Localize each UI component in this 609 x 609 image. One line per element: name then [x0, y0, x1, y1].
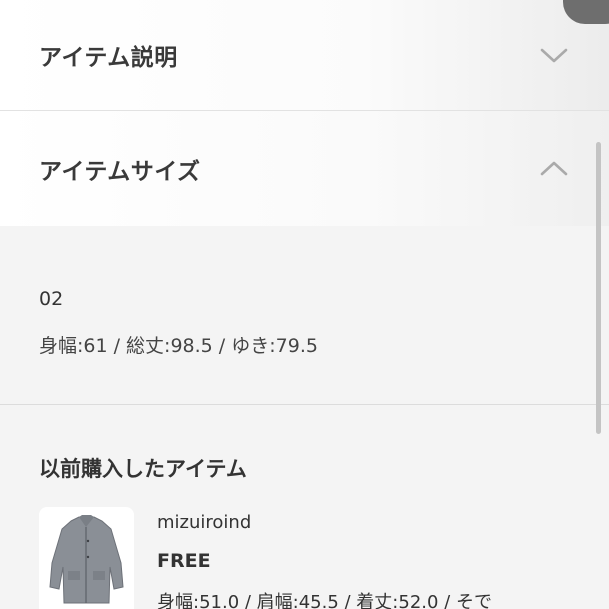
- accordion-item-size[interactable]: アイテムサイズ: [0, 111, 609, 226]
- item-size: FREE: [157, 550, 211, 572]
- scrollbar[interactable]: [596, 142, 601, 434]
- item-brand: mizuiroind: [157, 512, 252, 533]
- size-measurements: 身幅:61 / 総丈:98.5 / ゆき:79.5: [39, 335, 318, 357]
- section-title: 以前購入したアイテム: [39, 457, 247, 481]
- accordion-title: アイテム説明: [39, 45, 178, 71]
- accordion-item-description[interactable]: アイテム説明: [0, 0, 609, 110]
- purchase-history-section: 以前購入したアイテム mizuiroind FREE 身幅:51.0 / 肩幅:…: [0, 405, 609, 609]
- chevron-up-icon: [539, 159, 569, 179]
- jacket-thumbnail[interactable]: [39, 507, 134, 609]
- item-detail-page: アイテム説明 アイテムサイズ 02 身幅:61 / 総丈:98.5 / ゆき:7…: [0, 0, 609, 609]
- chevron-down-icon: [539, 45, 569, 65]
- accordion-title: アイテムサイズ: [39, 158, 201, 185]
- size-panel: 02 身幅:61 / 総丈:98.5 / ゆき:79.5: [0, 226, 609, 404]
- item-measurements: 身幅:51.0 / 肩幅:45.5 / 着丈:52.0 / そで: [157, 592, 492, 609]
- size-name: 02: [39, 288, 64, 310]
